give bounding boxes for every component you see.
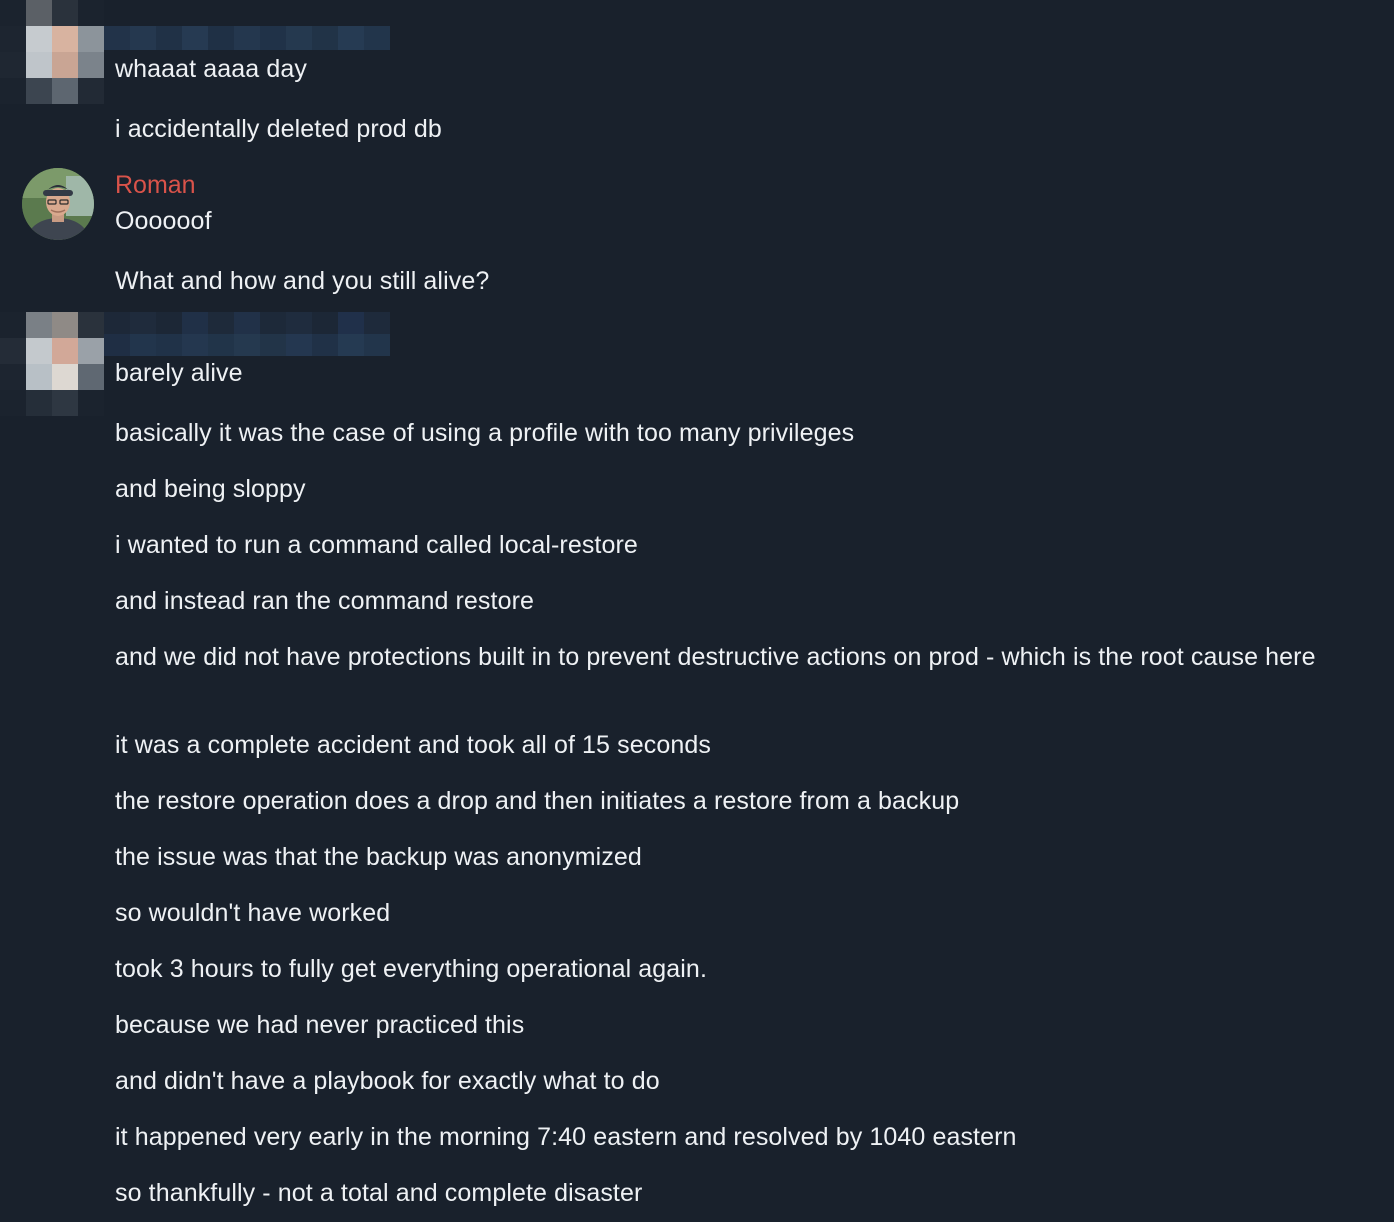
message-text: and we did not have protections built in… — [115, 643, 1316, 671]
message-text: the issue was that the backup was anonym… — [115, 843, 642, 871]
message-text: the restore operation does a drop and th… — [115, 787, 960, 815]
message-text: What and how and you still alive? — [115, 267, 490, 295]
message-text: took 3 hours to fully get everything ope… — [115, 955, 707, 983]
sender-name[interactable]: Roman — [115, 170, 196, 200]
message-text: i accidentally deleted prod db — [115, 115, 442, 143]
message-text: basically it was the case of using a pro… — [115, 419, 855, 447]
message-text: it was a complete accident and took all … — [115, 731, 711, 759]
message-text: whaaat aaaa day — [115, 55, 307, 83]
sender-name-redacted — [104, 312, 390, 356]
profile-photo-icon — [22, 168, 94, 240]
avatar-blurred[interactable] — [0, 0, 104, 104]
message-text: because we had never practiced this — [115, 1011, 525, 1039]
message-text: so wouldn't have worked — [115, 899, 391, 927]
message-text: and being sloppy — [115, 475, 306, 503]
avatar-blurred[interactable] — [0, 312, 104, 416]
message-text: and didn't have a playbook for exactly w… — [115, 1067, 660, 1095]
avatar-roman[interactable] — [22, 168, 94, 240]
message-text: barely alive — [115, 359, 243, 387]
sender-name-redacted — [104, 26, 390, 50]
message-text: so thankfully - not a total and complete… — [115, 1179, 643, 1207]
message-text: and instead ran the command restore — [115, 587, 535, 615]
message-text: Oooooof — [115, 207, 212, 235]
message-text: i wanted to run a command called local-r… — [115, 531, 638, 559]
message-text: it happened very early in the morning 7:… — [115, 1123, 1017, 1151]
